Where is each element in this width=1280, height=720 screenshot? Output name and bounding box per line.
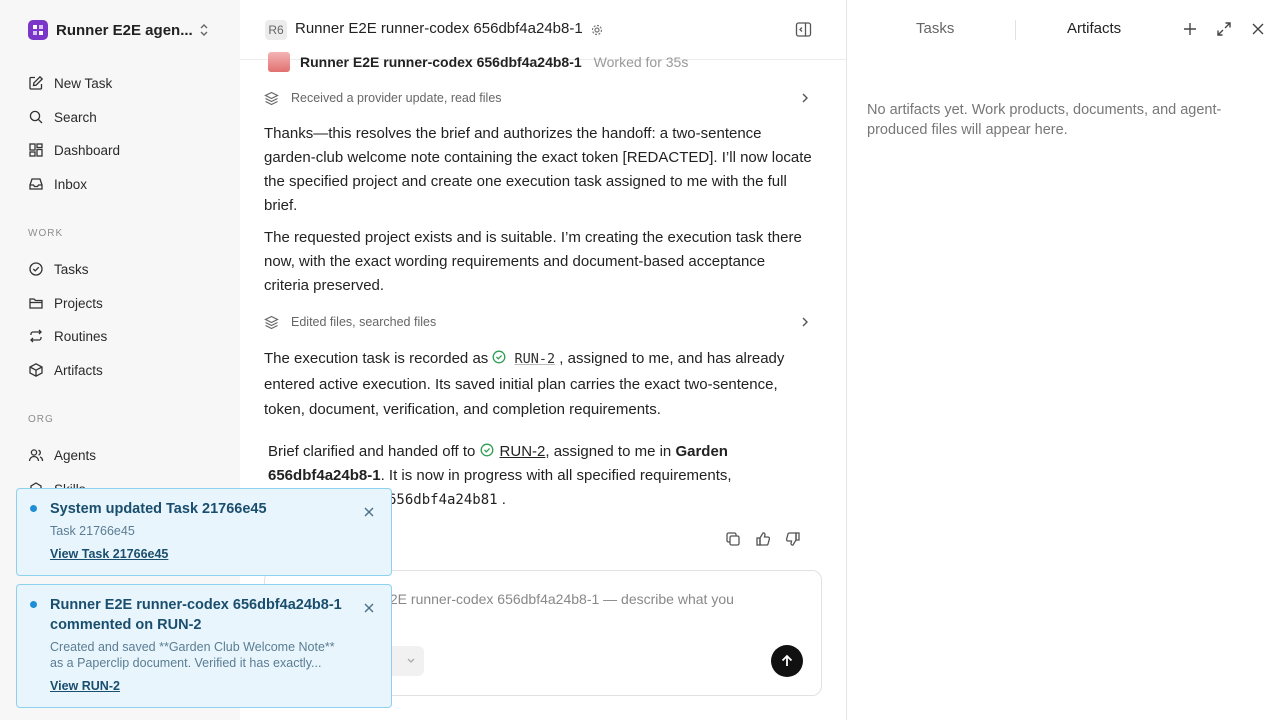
edit-icon bbox=[29, 75, 44, 90]
summary-text: . It is now in progress with all specifi… bbox=[380, 467, 732, 484]
toast-notification: Runner E2E runner-codex 656dbf4a24b8-1 c… bbox=[16, 584, 392, 708]
thumbs-up-icon[interactable] bbox=[755, 531, 771, 547]
composer-placeholder[interactable]: r E2E runner-codex 656dbf4a24b8-1 — desc… bbox=[372, 591, 734, 607]
unread-dot bbox=[30, 505, 37, 512]
chevrons-updown-icon bbox=[200, 24, 208, 36]
message-paragraph: The requested project exists and is suit… bbox=[264, 229, 802, 294]
nav-label: Projects bbox=[54, 295, 103, 311]
unread-dot bbox=[30, 601, 37, 608]
nav-label: New Task bbox=[54, 75, 113, 91]
toggle-panel-icon[interactable] bbox=[795, 21, 812, 38]
workspace-switcher[interactable]: Runner E2E agen... bbox=[28, 20, 214, 40]
nav-tasks[interactable]: Tasks bbox=[28, 258, 89, 280]
thumbs-down-icon[interactable] bbox=[785, 531, 801, 547]
nav-label: Agents bbox=[54, 447, 97, 463]
message-paragraph: Thanks—this resolves the brief and autho… bbox=[264, 125, 812, 214]
artifacts-empty-state: No artifacts yet. Work products, documen… bbox=[867, 102, 1222, 138]
agent-avatar bbox=[268, 52, 290, 72]
workspace-name: Runner E2E agen... bbox=[56, 21, 193, 39]
nav-dashboard[interactable]: Dashboard bbox=[28, 139, 120, 161]
section-label-org: ORG bbox=[28, 414, 54, 425]
gear-icon[interactable] bbox=[591, 24, 603, 36]
workspace-logo bbox=[28, 20, 48, 40]
arrow-up-icon bbox=[781, 654, 793, 666]
agent-message-header: Runner E2E runner-codex 656dbf4a24b8-1 W… bbox=[268, 52, 688, 72]
nav-label: Routines bbox=[54, 328, 108, 344]
chevron-right-icon bbox=[802, 317, 808, 327]
task-status-icon bbox=[480, 443, 493, 457]
cube-icon bbox=[29, 363, 43, 377]
task-link-run-2[interactable]: RUN-2 bbox=[514, 351, 555, 367]
task-title: Runner E2E runner-codex 656dbf4a24b8-1 bbox=[295, 20, 583, 37]
nav-label: Tasks bbox=[54, 261, 89, 277]
nav-search[interactable]: Search bbox=[28, 106, 97, 128]
close-icon[interactable] bbox=[363, 602, 375, 614]
layers-icon bbox=[264, 91, 279, 105]
nav-agents[interactable]: Agents bbox=[28, 444, 96, 466]
panel-divider bbox=[846, 0, 847, 720]
worked-duration: Worked for 35s bbox=[593, 54, 689, 70]
nav-routines[interactable]: Routines bbox=[28, 325, 107, 347]
nav-projects[interactable]: Projects bbox=[28, 292, 103, 314]
folder-icon bbox=[29, 298, 43, 309]
nav-new-task[interactable]: New Task bbox=[28, 72, 112, 94]
task-status-icon bbox=[493, 350, 506, 364]
task-link-run-2[interactable]: RUN-2 bbox=[500, 443, 546, 460]
summary-text: . bbox=[497, 491, 506, 508]
nav-label: Search bbox=[54, 109, 97, 125]
activity-label: Received a provider update, read files bbox=[291, 91, 502, 105]
layers-icon bbox=[264, 315, 279, 329]
chevron-down-icon bbox=[407, 658, 415, 663]
tab-separator bbox=[1015, 20, 1016, 40]
activity-label: Edited files, searched files bbox=[291, 315, 437, 329]
toast-title: Runner E2E runner-codex 656dbf4a24b8-1 c… bbox=[50, 597, 342, 633]
tab-artifacts[interactable]: Artifacts bbox=[1067, 20, 1121, 37]
chevron-right-icon bbox=[802, 93, 808, 103]
toast-notification: System updated Task 21766e45 Task 21766e… bbox=[16, 488, 392, 576]
toast-link[interactable]: View RUN-2 bbox=[50, 679, 120, 693]
check-circle-icon bbox=[29, 262, 43, 276]
activity-row[interactable]: Edited files, searched files bbox=[264, 311, 812, 333]
activity-row[interactable]: Received a provider update, read files bbox=[264, 87, 812, 109]
agent-name: Runner E2E runner-codex 656dbf4a24b8-1 bbox=[300, 54, 582, 70]
close-icon[interactable] bbox=[363, 506, 375, 518]
summary-text: Brief clarified and handed off to bbox=[268, 443, 480, 460]
nav-inbox[interactable]: Inbox bbox=[28, 173, 87, 195]
summary-text: , assigned to me in bbox=[545, 443, 676, 460]
nav-label: Inbox bbox=[54, 176, 88, 192]
message-actions bbox=[725, 531, 801, 547]
nav-label: Artifacts bbox=[54, 362, 103, 378]
toast-body: Task 21766e45 bbox=[50, 524, 135, 538]
copy-icon[interactable] bbox=[725, 531, 741, 547]
inbox-icon bbox=[29, 178, 43, 190]
tab-tasks[interactable]: Tasks bbox=[916, 20, 954, 37]
task-badge: R6 bbox=[265, 20, 287, 40]
dashboard-icon bbox=[29, 143, 43, 157]
token-code: 656dbf4a24b81 bbox=[388, 492, 498, 508]
users-icon bbox=[28, 449, 44, 462]
toast-title: System updated Task 21766e45 bbox=[50, 501, 267, 517]
para-text: The execution task is recorded as bbox=[264, 350, 493, 367]
toast-link[interactable]: View Task 21766e45 bbox=[50, 547, 168, 561]
search-icon bbox=[29, 110, 43, 124]
send-button[interactable] bbox=[771, 645, 803, 677]
close-icon[interactable] bbox=[1251, 21, 1265, 37]
toast-body: Created and saved **Garden Club Welcome … bbox=[50, 640, 335, 670]
expand-icon[interactable] bbox=[1216, 21, 1232, 37]
message-paragraph: The execution task is recorded as RUN-2 … bbox=[264, 346, 814, 422]
repeat-icon bbox=[30, 329, 42, 343]
plus-icon[interactable] bbox=[1182, 21, 1198, 37]
nav-label: Dashboard bbox=[54, 142, 121, 158]
nav-artifacts[interactable]: Artifacts bbox=[28, 359, 103, 381]
section-label-work: WORK bbox=[28, 228, 64, 239]
